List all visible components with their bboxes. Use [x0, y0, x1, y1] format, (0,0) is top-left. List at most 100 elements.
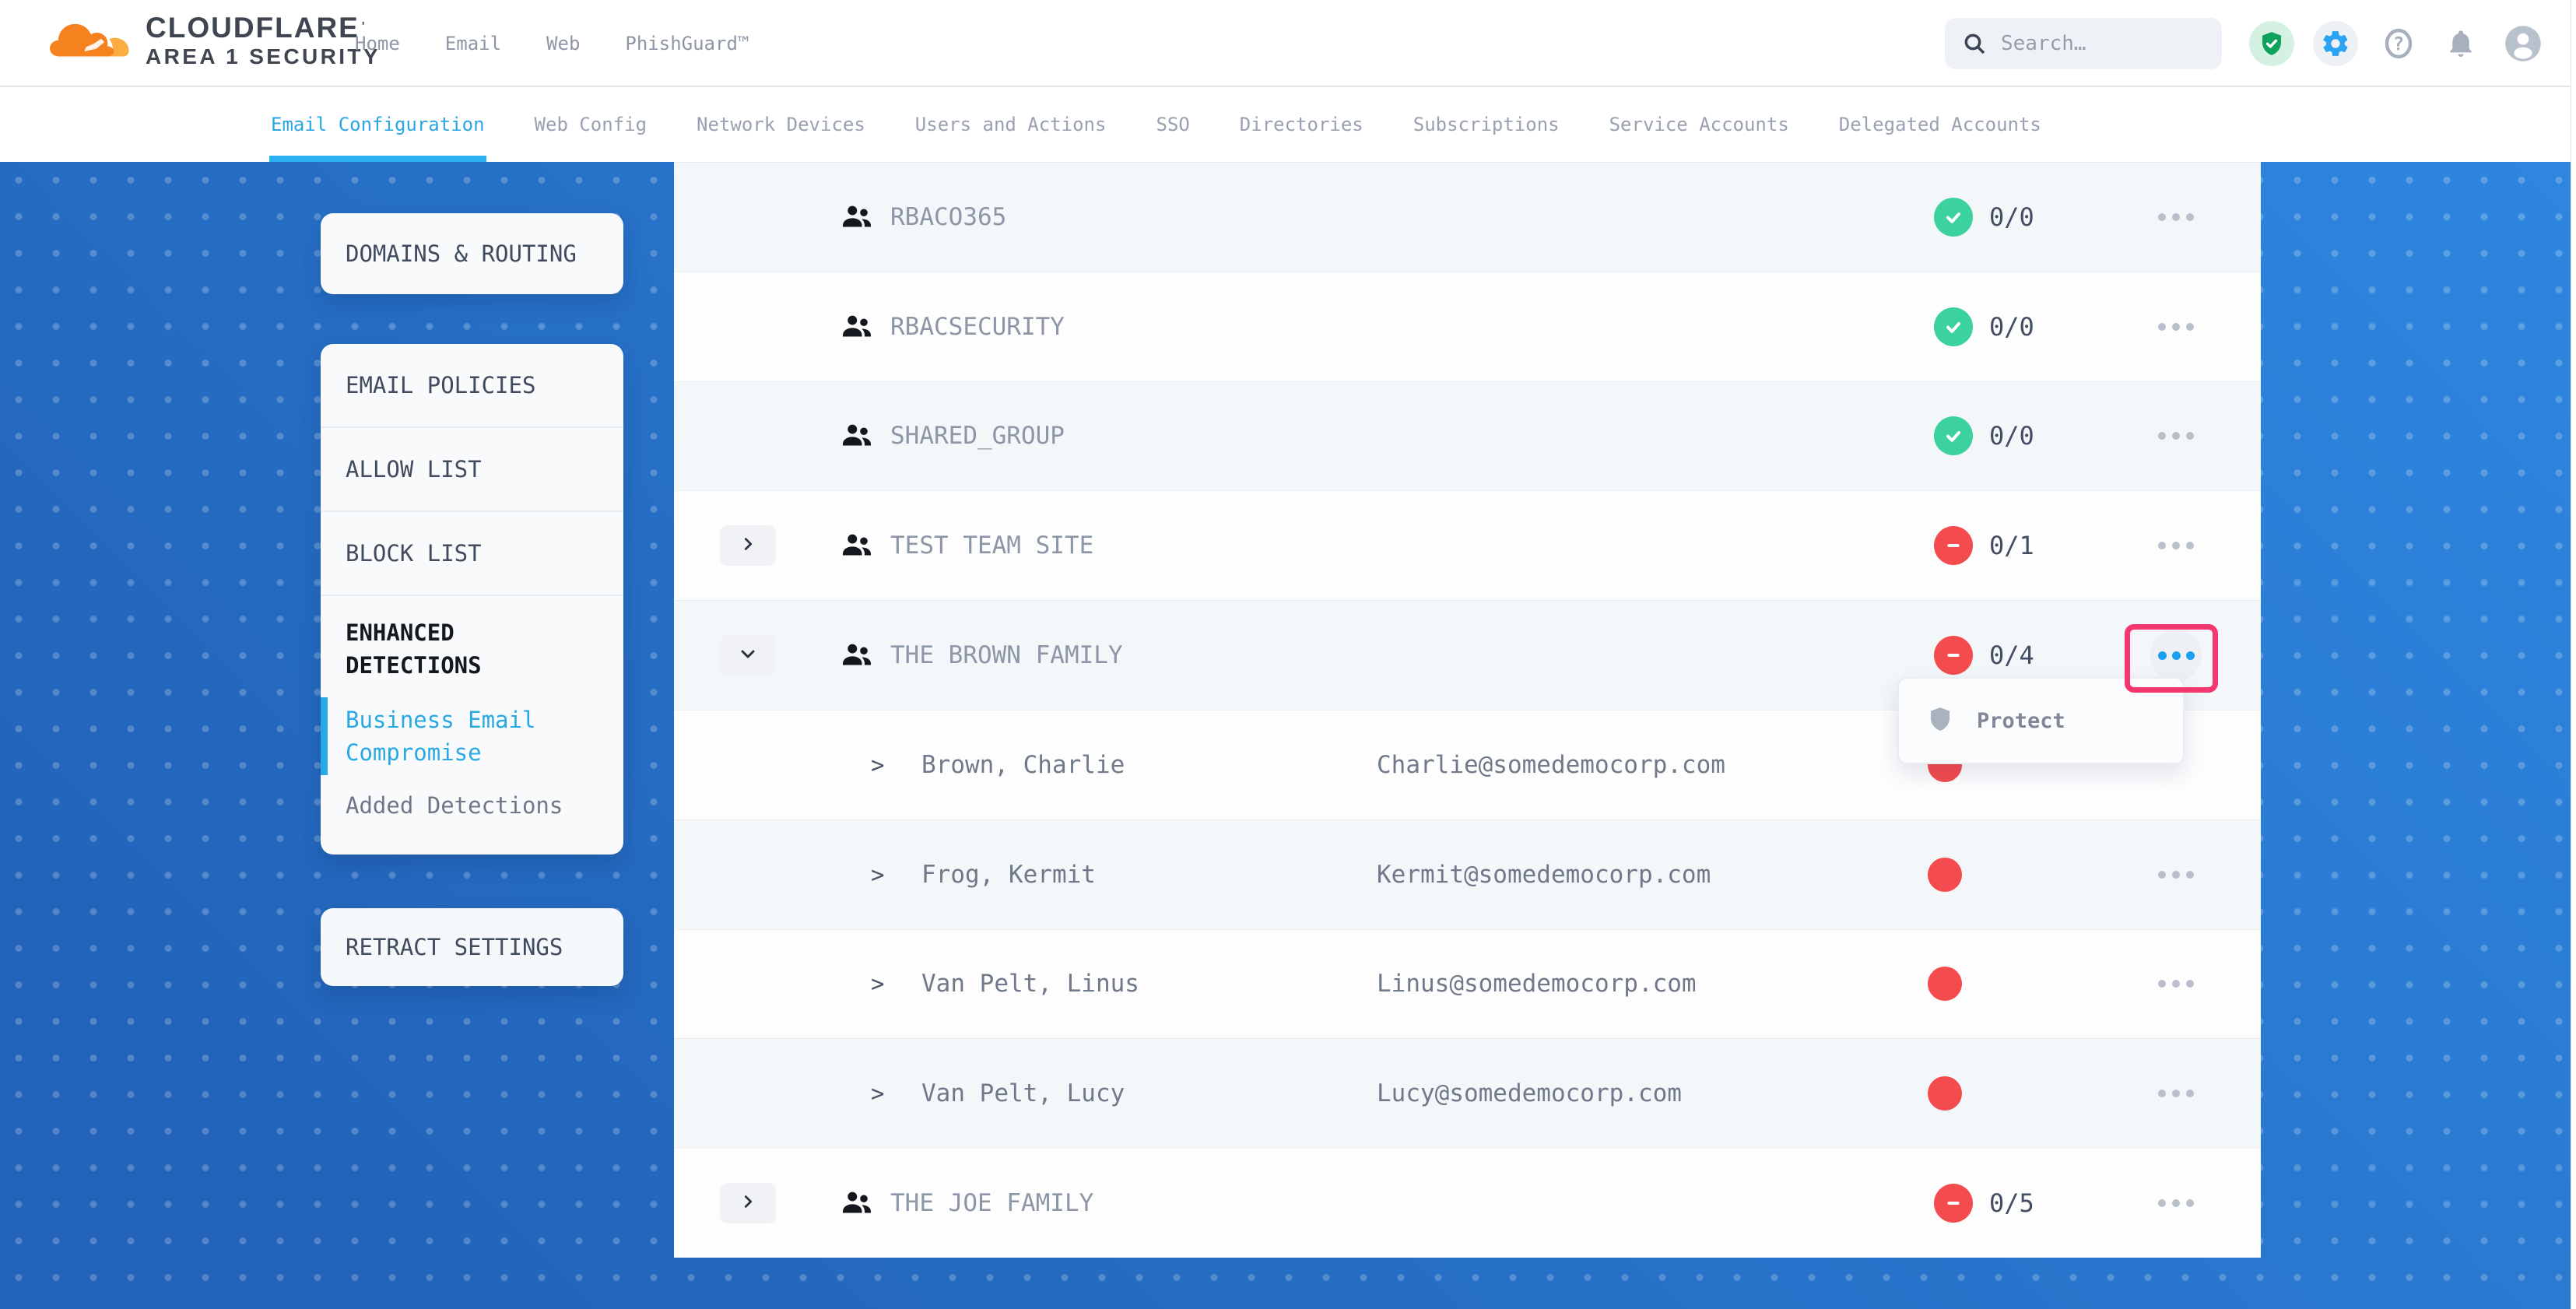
member-name: Frog, Kermit — [921, 861, 1096, 889]
member-name: Van Pelt, Linus — [921, 970, 1139, 998]
tab-users-and-actions[interactable]: Users and Actions — [915, 87, 1107, 162]
group-name: RBACSECURITY — [890, 313, 1065, 341]
member-caret-icon: > — [871, 970, 884, 997]
status-check-badge — [1934, 307, 1973, 346]
group-people-icon — [839, 528, 875, 563]
brand-subtitle: AREA 1 SECURITY — [146, 44, 381, 70]
group-name: SHARED_GROUP — [890, 422, 1065, 450]
status-red-dot — [1928, 967, 1962, 1001]
sidebar-item-block-list[interactable]: BLOCK LIST — [321, 512, 623, 596]
sidebar-item-allow-list[interactable]: ALLOW LIST — [321, 428, 623, 512]
top-nav: Home Email Web PhishGuard™ — [355, 0, 749, 87]
row-menu-button[interactable] — [2158, 980, 2194, 988]
row-menu-button[interactable] — [2158, 542, 2194, 549]
sidebar-item-added-detections[interactable]: Added Detections — [346, 789, 600, 822]
svg-text:?: ? — [2393, 33, 2404, 54]
member-email: Lucy@somedemocorp.com — [1377, 1079, 1682, 1107]
expand-toggle-button[interactable] — [720, 1183, 776, 1223]
member-name: Van Pelt, Lucy — [921, 1079, 1125, 1107]
tab-web-config[interactable]: Web Config — [535, 87, 648, 162]
tab-network-devices[interactable]: Network Devices — [697, 87, 865, 162]
group-people-icon — [839, 637, 875, 673]
table-row-the-joe-family: THE JOE FAMILY0/5 — [674, 1148, 2261, 1258]
top-nav-phishguard[interactable]: PhishGuard™ — [625, 33, 749, 54]
group-people-icon — [839, 199, 875, 235]
search-box[interactable] — [1945, 18, 2222, 69]
table-row-rbaco365: RBACO365 0/0 — [674, 162, 2261, 272]
group-name: TEST TEAM SITE — [890, 532, 1093, 560]
tab-subscriptions[interactable]: Subscriptions — [1413, 87, 1560, 162]
menu-item-protect[interactable]: Protect — [1977, 709, 2065, 733]
status-check-badge — [1934, 198, 1973, 237]
sidebar-item-retract-settings[interactable]: RETRACT SETTINGS — [321, 908, 623, 986]
member-name: Brown, Charlie — [921, 751, 1125, 779]
protected-count: 0/4 — [1989, 640, 2034, 670]
status-minus-badge — [1934, 526, 1973, 565]
table-row-frog-kermit: > Frog, Kermit Kermit@somedemocorp.com — [674, 819, 2261, 929]
top-nav-web[interactable]: Web — [546, 33, 580, 54]
sidebar-item-email-policies[interactable]: EMAIL POLICIES — [321, 344, 623, 428]
table-row-shared-group: SHARED_GROUP 0/0 — [674, 381, 2261, 491]
row-menu-button[interactable] — [2158, 871, 2194, 879]
tab-email-configuration[interactable]: Email Configuration — [271, 87, 485, 162]
top-nav-email[interactable]: Email — [445, 33, 501, 54]
tab-service-accounts[interactable]: Service Accounts — [1609, 87, 1789, 162]
tab-delegated-accounts[interactable]: Delegated Accounts — [1839, 87, 2041, 162]
row-menu-button[interactable] — [2158, 323, 2194, 331]
table-row-van-pelt-lucy: > Van Pelt, Lucy Lucy@somedemocorp.com — [674, 1038, 2261, 1148]
chevron-down-icon — [739, 644, 757, 666]
sidebar-item-business-email-compromise[interactable]: Business Email Compromise — [346, 704, 600, 769]
sidebar-label: RETRACT SETTINGS — [346, 934, 563, 960]
expand-toggle-button[interactable] — [720, 525, 776, 566]
sidebar-item-enhanced-detections[interactable]: ENHANCED DETECTIONS — [346, 616, 600, 682]
member-caret-icon: > — [871, 1080, 884, 1107]
top-nav-home[interactable]: Home — [355, 33, 400, 54]
protection-shield-check-icon[interactable] — [2249, 21, 2294, 66]
click-target-annotation — [2125, 624, 2218, 693]
protected-count: 0/0 — [1989, 421, 2034, 451]
tab-sso[interactable]: SSO — [1156, 87, 1189, 162]
app-header: CLOUDFLARE' AREA 1 SECURITY Home Email Web… — [0, 0, 2576, 87]
account-avatar-icon[interactable] — [2501, 22, 2545, 65]
section-tabs: Email Configuration Web Config Network Dev… — [0, 87, 2576, 162]
group-people-icon — [839, 309, 875, 345]
expand-toggle-button[interactable] — [720, 635, 776, 676]
member-email: Charlie@somedemocorp.com — [1377, 751, 1725, 779]
protected-count: 0/1 — [1989, 531, 2034, 560]
search-input[interactable] — [1999, 31, 2202, 56]
shield-icon — [1927, 706, 1953, 735]
row-menu-button[interactable] — [2158, 213, 2194, 221]
status-red-dot — [1928, 858, 1962, 892]
cloudflare-cloud-icon — [49, 15, 133, 68]
group-people-icon — [839, 1185, 875, 1221]
sidebar-label: DOMAINS & ROUTING — [346, 240, 577, 267]
help-question-icon[interactable]: ? — [2377, 22, 2420, 65]
sidebar-item-domains-routing[interactable]: DOMAINS & ROUTING — [321, 213, 623, 294]
table-row-van-pelt-linus: > Van Pelt, Linus Linus@somedemocorp.com — [674, 929, 2261, 1039]
main-background: DOMAINS & ROUTING EMAIL POLICIESALLOW LI… — [0, 162, 2576, 1309]
chevron-right-icon — [739, 1193, 756, 1213]
notifications-bell-icon[interactable] — [2439, 22, 2483, 65]
table-row-test-team-site: TEST TEAM SITE 0/1 — [674, 490, 2261, 600]
brand-name: CLOUDFLARE' — [146, 12, 381, 44]
group-name: THE JOE FAMILY — [890, 1189, 1093, 1217]
row-menu-button[interactable] — [2158, 1090, 2194, 1097]
status-check-badge — [1934, 416, 1973, 455]
groups-table: RBACO365 0/0 RBACSECURITY 0/0 SHARED_GROUP 0/… — [674, 162, 2261, 1258]
status-minus-badge — [1934, 1184, 1973, 1223]
settings-gear-icon[interactable] — [2313, 21, 2358, 66]
group-name: THE BROWN FAMILY — [890, 641, 1123, 669]
member-email: Kermit@somedemocorp.com — [1377, 861, 1711, 889]
scrollbar-track[interactable] — [2571, 0, 2576, 1309]
member-caret-icon: > — [871, 862, 884, 888]
member-email: Linus@somedemocorp.com — [1377, 970, 1697, 998]
row-menu-button[interactable] — [2158, 1199, 2194, 1207]
chevron-right-icon — [739, 535, 756, 556]
tab-directories[interactable]: Directories — [1240, 87, 1363, 162]
protected-count: 0/0 — [1989, 312, 2034, 342]
group-name: RBACO365 — [890, 203, 1006, 231]
status-red-dot — [1928, 1076, 1962, 1111]
row-menu-button[interactable] — [2158, 432, 2194, 440]
cloudflare-logo: CLOUDFLARE' AREA 1 SECURITY — [49, 12, 381, 70]
protected-count: 0/0 — [1989, 202, 2034, 232]
